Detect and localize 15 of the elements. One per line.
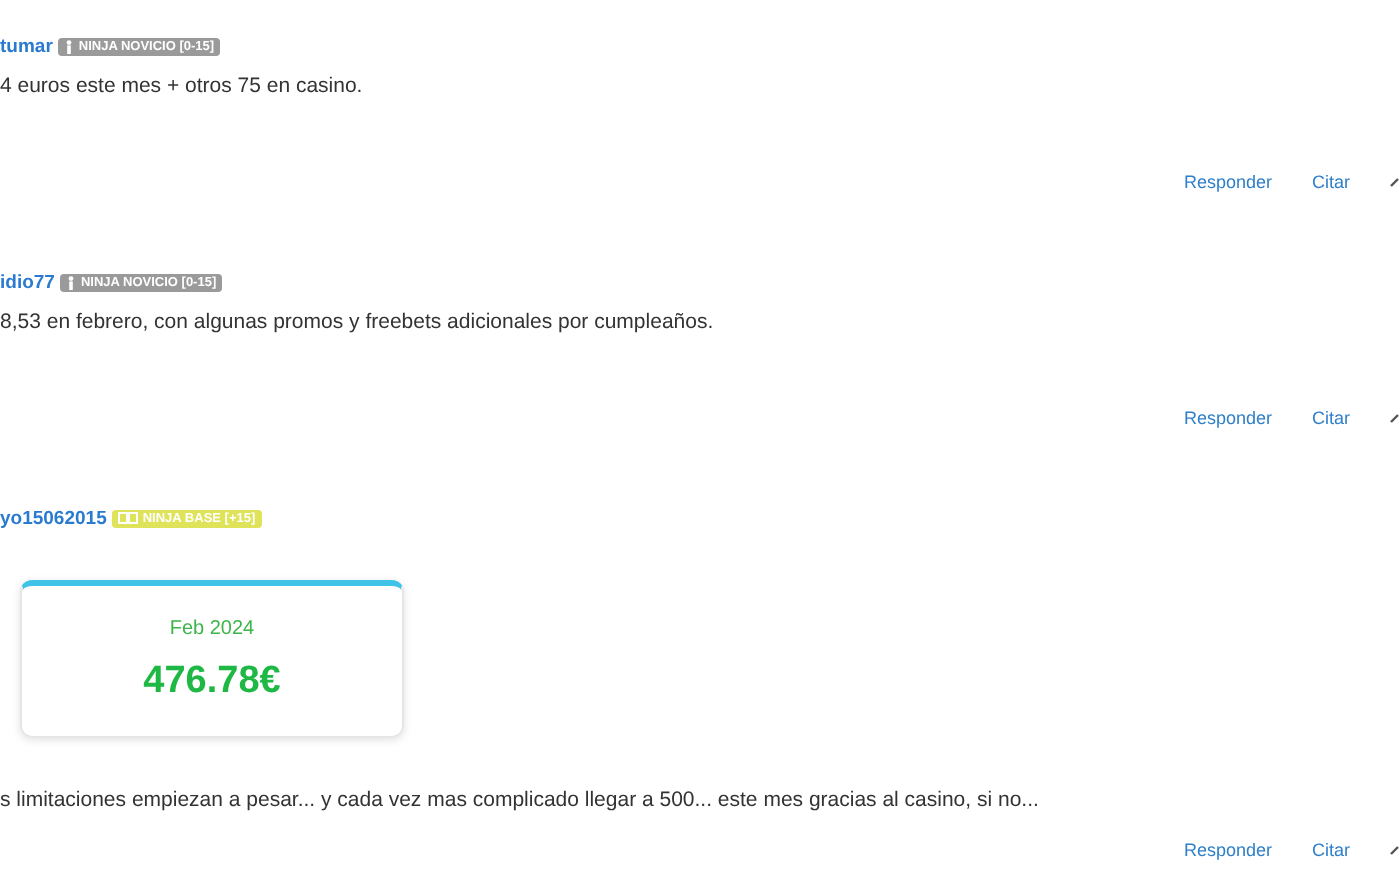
action-link[interactable]: Responder bbox=[1183, 172, 1272, 192]
post-text: s limitaciones empiezan a pesar... y cada vez mas complicado llegar a 500... este mes gracias al casino, si no... bbox=[0, 788, 1041, 812]
action-link[interactable]: Citar bbox=[1311, 408, 1350, 428]
card-icon bbox=[118, 512, 139, 524]
post-text: 4 euros este mes + otros 75 en casino. bbox=[0, 74, 365, 98]
action-link[interactable]: Citar bbox=[1311, 840, 1350, 860]
amount-value: 476.78€ bbox=[143, 660, 281, 704]
period-label: Feb 2024 bbox=[169, 618, 255, 640]
username-link[interactable]: yo15062015 bbox=[0, 507, 107, 529]
username-link[interactable]: idio77 bbox=[0, 271, 55, 293]
action-link[interactable]: Citar bbox=[1311, 172, 1350, 192]
username-link[interactable]: tumar bbox=[0, 35, 53, 57]
action-link[interactable]: Responder bbox=[1183, 408, 1272, 428]
action-link[interactable]: Responder bbox=[1183, 840, 1272, 860]
post-text: 8,53 en febrero, con algunas promos y freebets adicionales por cumpleaños. bbox=[0, 310, 716, 334]
